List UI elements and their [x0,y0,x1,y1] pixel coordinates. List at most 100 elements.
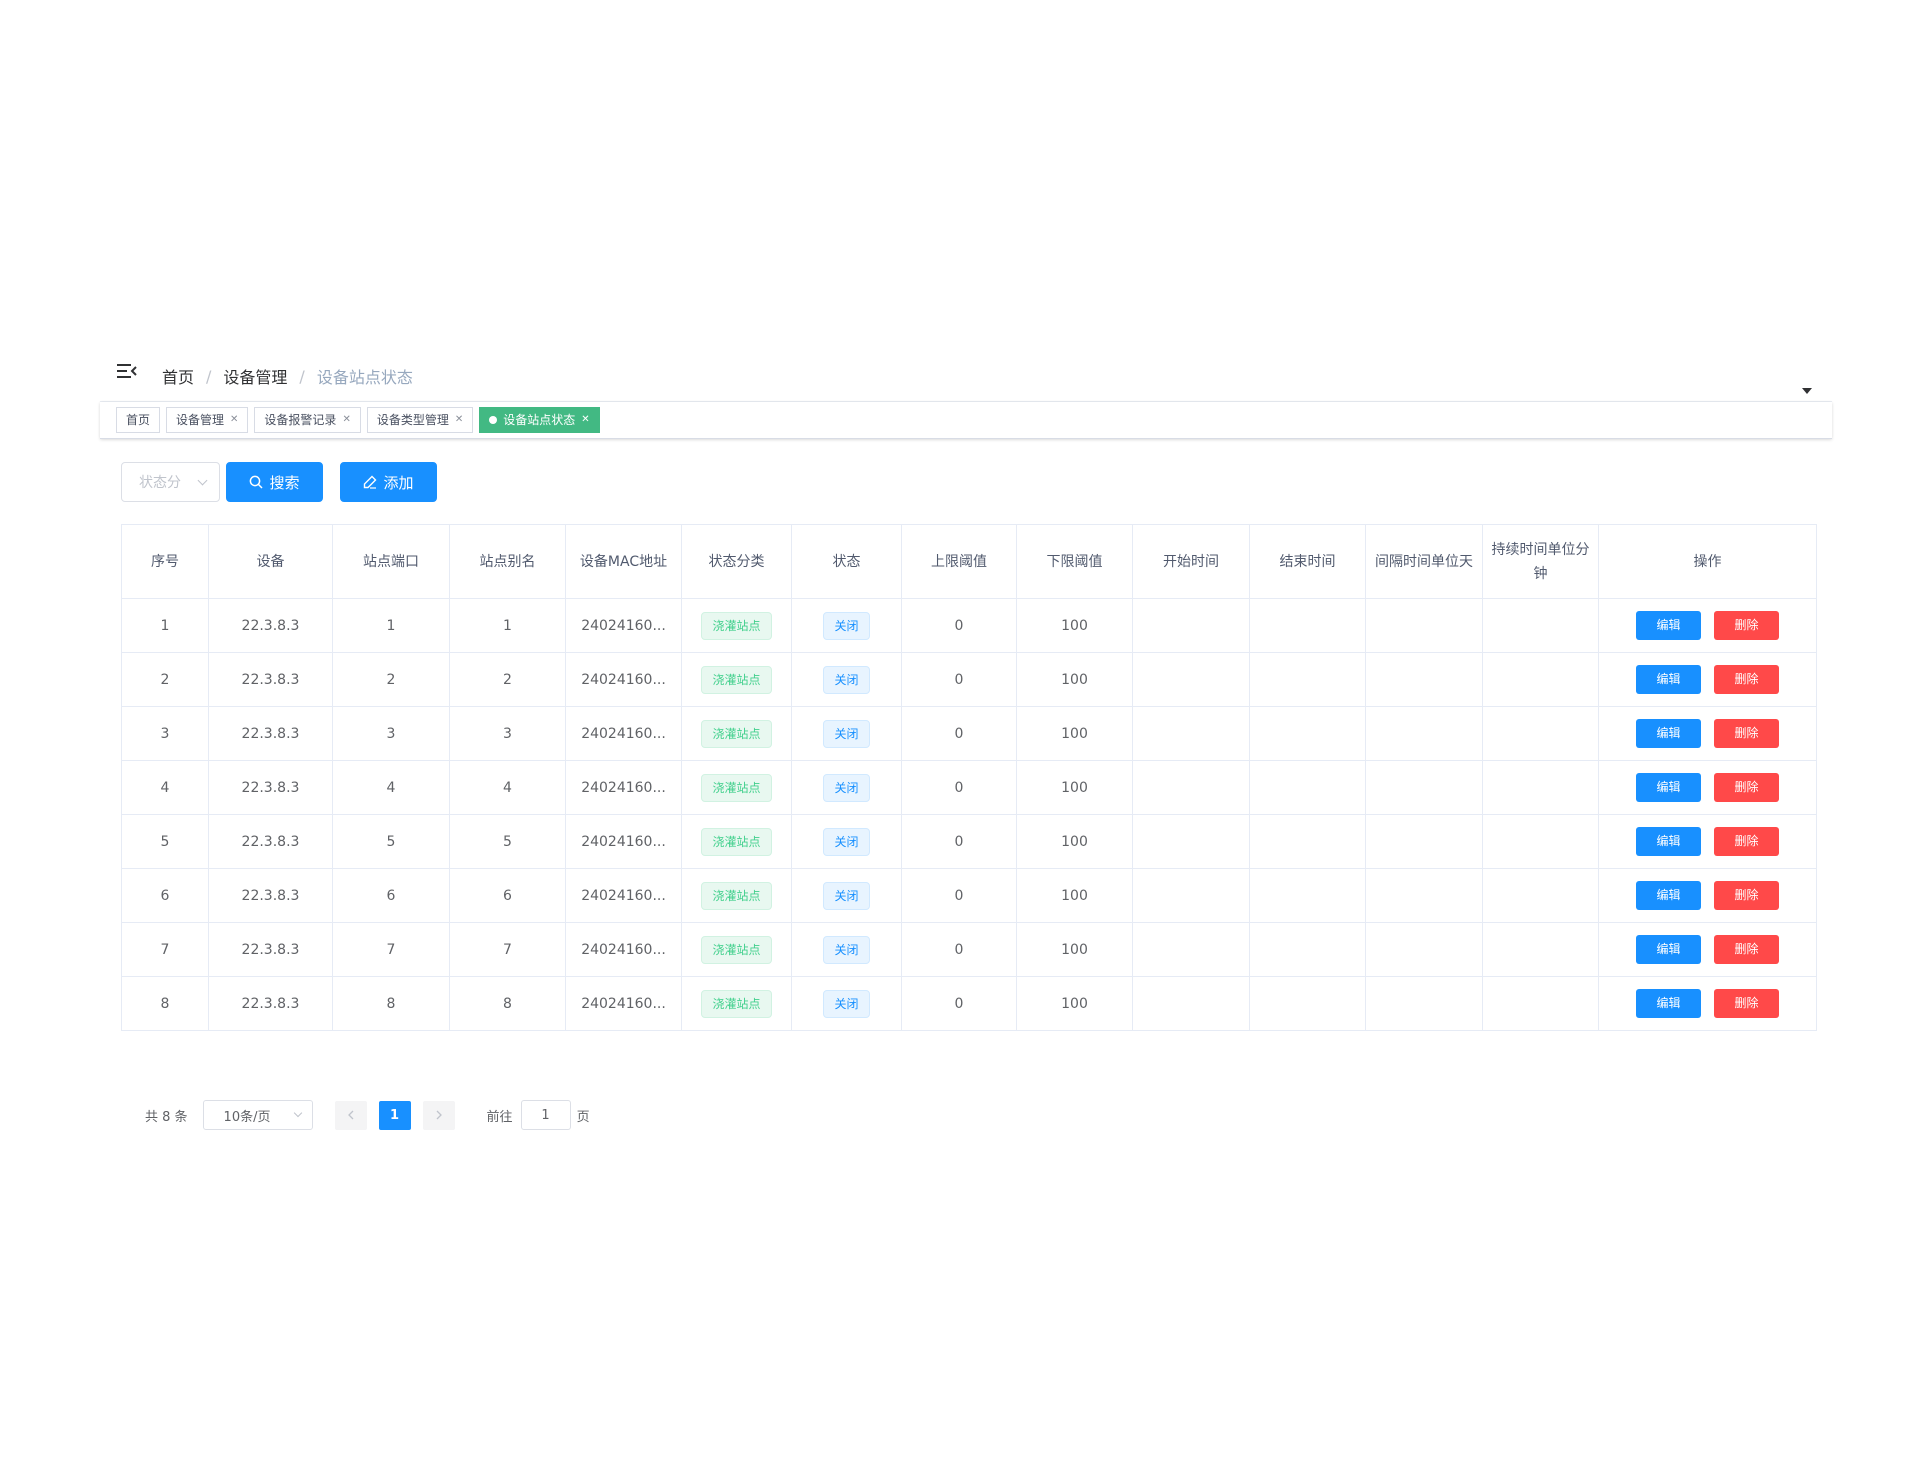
cell-mac: 24024160... [565,868,682,923]
cell-duration [1482,922,1599,977]
page-size-select[interactable]: 10条/页 [202,1100,313,1130]
cell-lower: 100 [1016,598,1133,653]
tag-label: 首页 [126,413,151,427]
cell-interval [1365,868,1483,923]
cell-duration [1482,976,1599,1031]
cell-index: 1 [121,598,209,653]
cell-port: 5 [332,814,450,869]
cell-interval [1365,922,1483,977]
delete-button[interactable]: 删除 [1714,935,1779,964]
cell-mac: 24024160... [565,814,682,869]
category-badge: 浇灌站点 [701,827,772,856]
breadcrumb-separator: / [299,366,305,386]
cell-upper: 0 [901,814,1017,869]
cell-upper: 0 [901,598,1017,653]
cell-alias: 8 [449,976,566,1031]
edit-button[interactable]: 编辑 [1636,611,1701,640]
tag-device-management[interactable]: 设备管理 ✕ [166,407,249,433]
close-icon[interactable]: ✕ [455,408,463,432]
column-header: 持续时间单位分钟 [1482,524,1599,599]
cell-upper: 0 [901,706,1017,761]
cell-upper: 0 [901,976,1017,1031]
close-icon[interactable]: ✕ [230,408,238,432]
caret-down-icon[interactable] [1802,388,1812,394]
cell-port: 3 [332,706,450,761]
breadcrumb-item-home[interactable]: 首页 [162,364,194,388]
cell-interval [1365,814,1483,869]
app-root: 首页 / 设备管理 / 设备站点状态 首页 设备管理 ✕ 设备报警记录 ✕ 设备… [0,0,1920,1473]
table-row: 1 22.3.8.3 1 1 24024160... 浇灌站点 关闭 0 100… [121,598,1817,653]
cell-start [1132,922,1250,977]
cell-port: 6 [332,868,450,923]
column-header: 序号 [121,524,209,599]
cell-duration [1482,652,1599,707]
column-header: 站点别名 [449,524,566,599]
breadcrumb: 首页 / 设备管理 / 设备站点状态 [162,364,413,388]
delete-button[interactable]: 删除 [1714,719,1779,748]
edit-button[interactable]: 编辑 [1636,935,1701,964]
cell-upper: 0 [901,922,1017,977]
tag-home[interactable]: 首页 [116,407,161,433]
cell-device: 22.3.8.3 [208,868,333,923]
category-badge: 浇灌站点 [701,611,772,640]
status-badge: 关闭 [823,827,870,856]
cell-alias: 5 [449,814,566,869]
table-header-row: 序号 设备 站点端口 站点别名 设备MAC地址 状态分类 状态 上限阈值 下限阈… [121,524,1817,599]
edit-button[interactable]: 编辑 [1636,989,1701,1018]
pagination: 共 8 条 10条/页 1 前往 页 [145,1100,590,1130]
tag-device-type-management[interactable]: 设备类型管理 ✕ [366,407,474,433]
cell-index: 3 [121,706,209,761]
delete-button[interactable]: 删除 [1714,665,1779,694]
edit-icon [364,475,377,489]
delete-button[interactable]: 删除 [1714,827,1779,856]
navbar: 首页 / 设备管理 / 设备站点状态 [100,350,1832,402]
status-badge: 关闭 [823,719,870,748]
edit-button[interactable]: 编辑 [1636,665,1701,694]
delete-button[interactable]: 删除 [1714,611,1779,640]
search-button[interactable]: 搜索 [226,462,323,502]
column-header: 状态分类 [681,524,792,599]
delete-button[interactable]: 删除 [1714,989,1779,1018]
search-icon [250,475,264,489]
cell-port: 7 [332,922,450,977]
edit-button[interactable]: 编辑 [1636,773,1701,802]
hamburger-icon[interactable] [117,362,137,380]
status-badge: 关闭 [823,881,870,910]
column-header: 上限阈值 [901,524,1017,599]
cell-status: 关闭 [791,760,902,815]
table-row: 7 22.3.8.3 7 7 24024160... 浇灌站点 关闭 0 100… [121,922,1817,977]
column-header: 状态 [791,524,902,599]
status-badge: 关闭 [823,989,870,1018]
edit-button[interactable]: 编辑 [1636,881,1701,910]
edit-button[interactable]: 编辑 [1636,827,1701,856]
edit-button[interactable]: 编辑 [1636,719,1701,748]
page-number-current[interactable]: 1 [378,1100,411,1130]
cell-interval [1365,760,1483,815]
breadcrumb-item-device-management[interactable]: 设备管理 [223,364,287,388]
cell-device: 22.3.8.3 [208,760,333,815]
category-badge: 浇灌站点 [701,989,772,1018]
cell-port: 4 [332,760,450,815]
cell-device: 22.3.8.3 [208,922,333,977]
cell-start [1132,976,1250,1031]
cell-status: 关闭 [791,652,902,707]
cell-device: 22.3.8.3 [208,706,333,761]
add-button[interactable]: 添加 [340,462,437,502]
delete-button[interactable]: 删除 [1714,773,1779,802]
cell-actions: 编辑 删除 [1598,706,1817,761]
tag-site-status-active[interactable]: 设备站点状态 ✕ [479,407,600,433]
close-icon[interactable]: ✕ [342,408,350,432]
cell-end [1249,922,1366,977]
next-page-button[interactable] [422,1100,455,1130]
delete-button[interactable]: 删除 [1714,881,1779,910]
prev-page-button[interactable] [334,1100,367,1130]
site-status-table: 序号 设备 站点端口 站点别名 设备MAC地址 状态分类 状态 上限阈值 下限阈… [121,524,1817,1031]
close-icon[interactable]: ✕ [581,408,589,432]
column-header: 操作 [1598,524,1817,599]
cell-duration [1482,760,1599,815]
goto-page-input[interactable] [520,1100,571,1130]
status-category-select[interactable]: 状态分 [121,462,220,502]
cell-mac: 24024160... [565,922,682,977]
tag-alarm-records[interactable]: 设备报警记录 ✕ [254,407,361,433]
cell-category: 浇灌站点 [681,706,792,761]
